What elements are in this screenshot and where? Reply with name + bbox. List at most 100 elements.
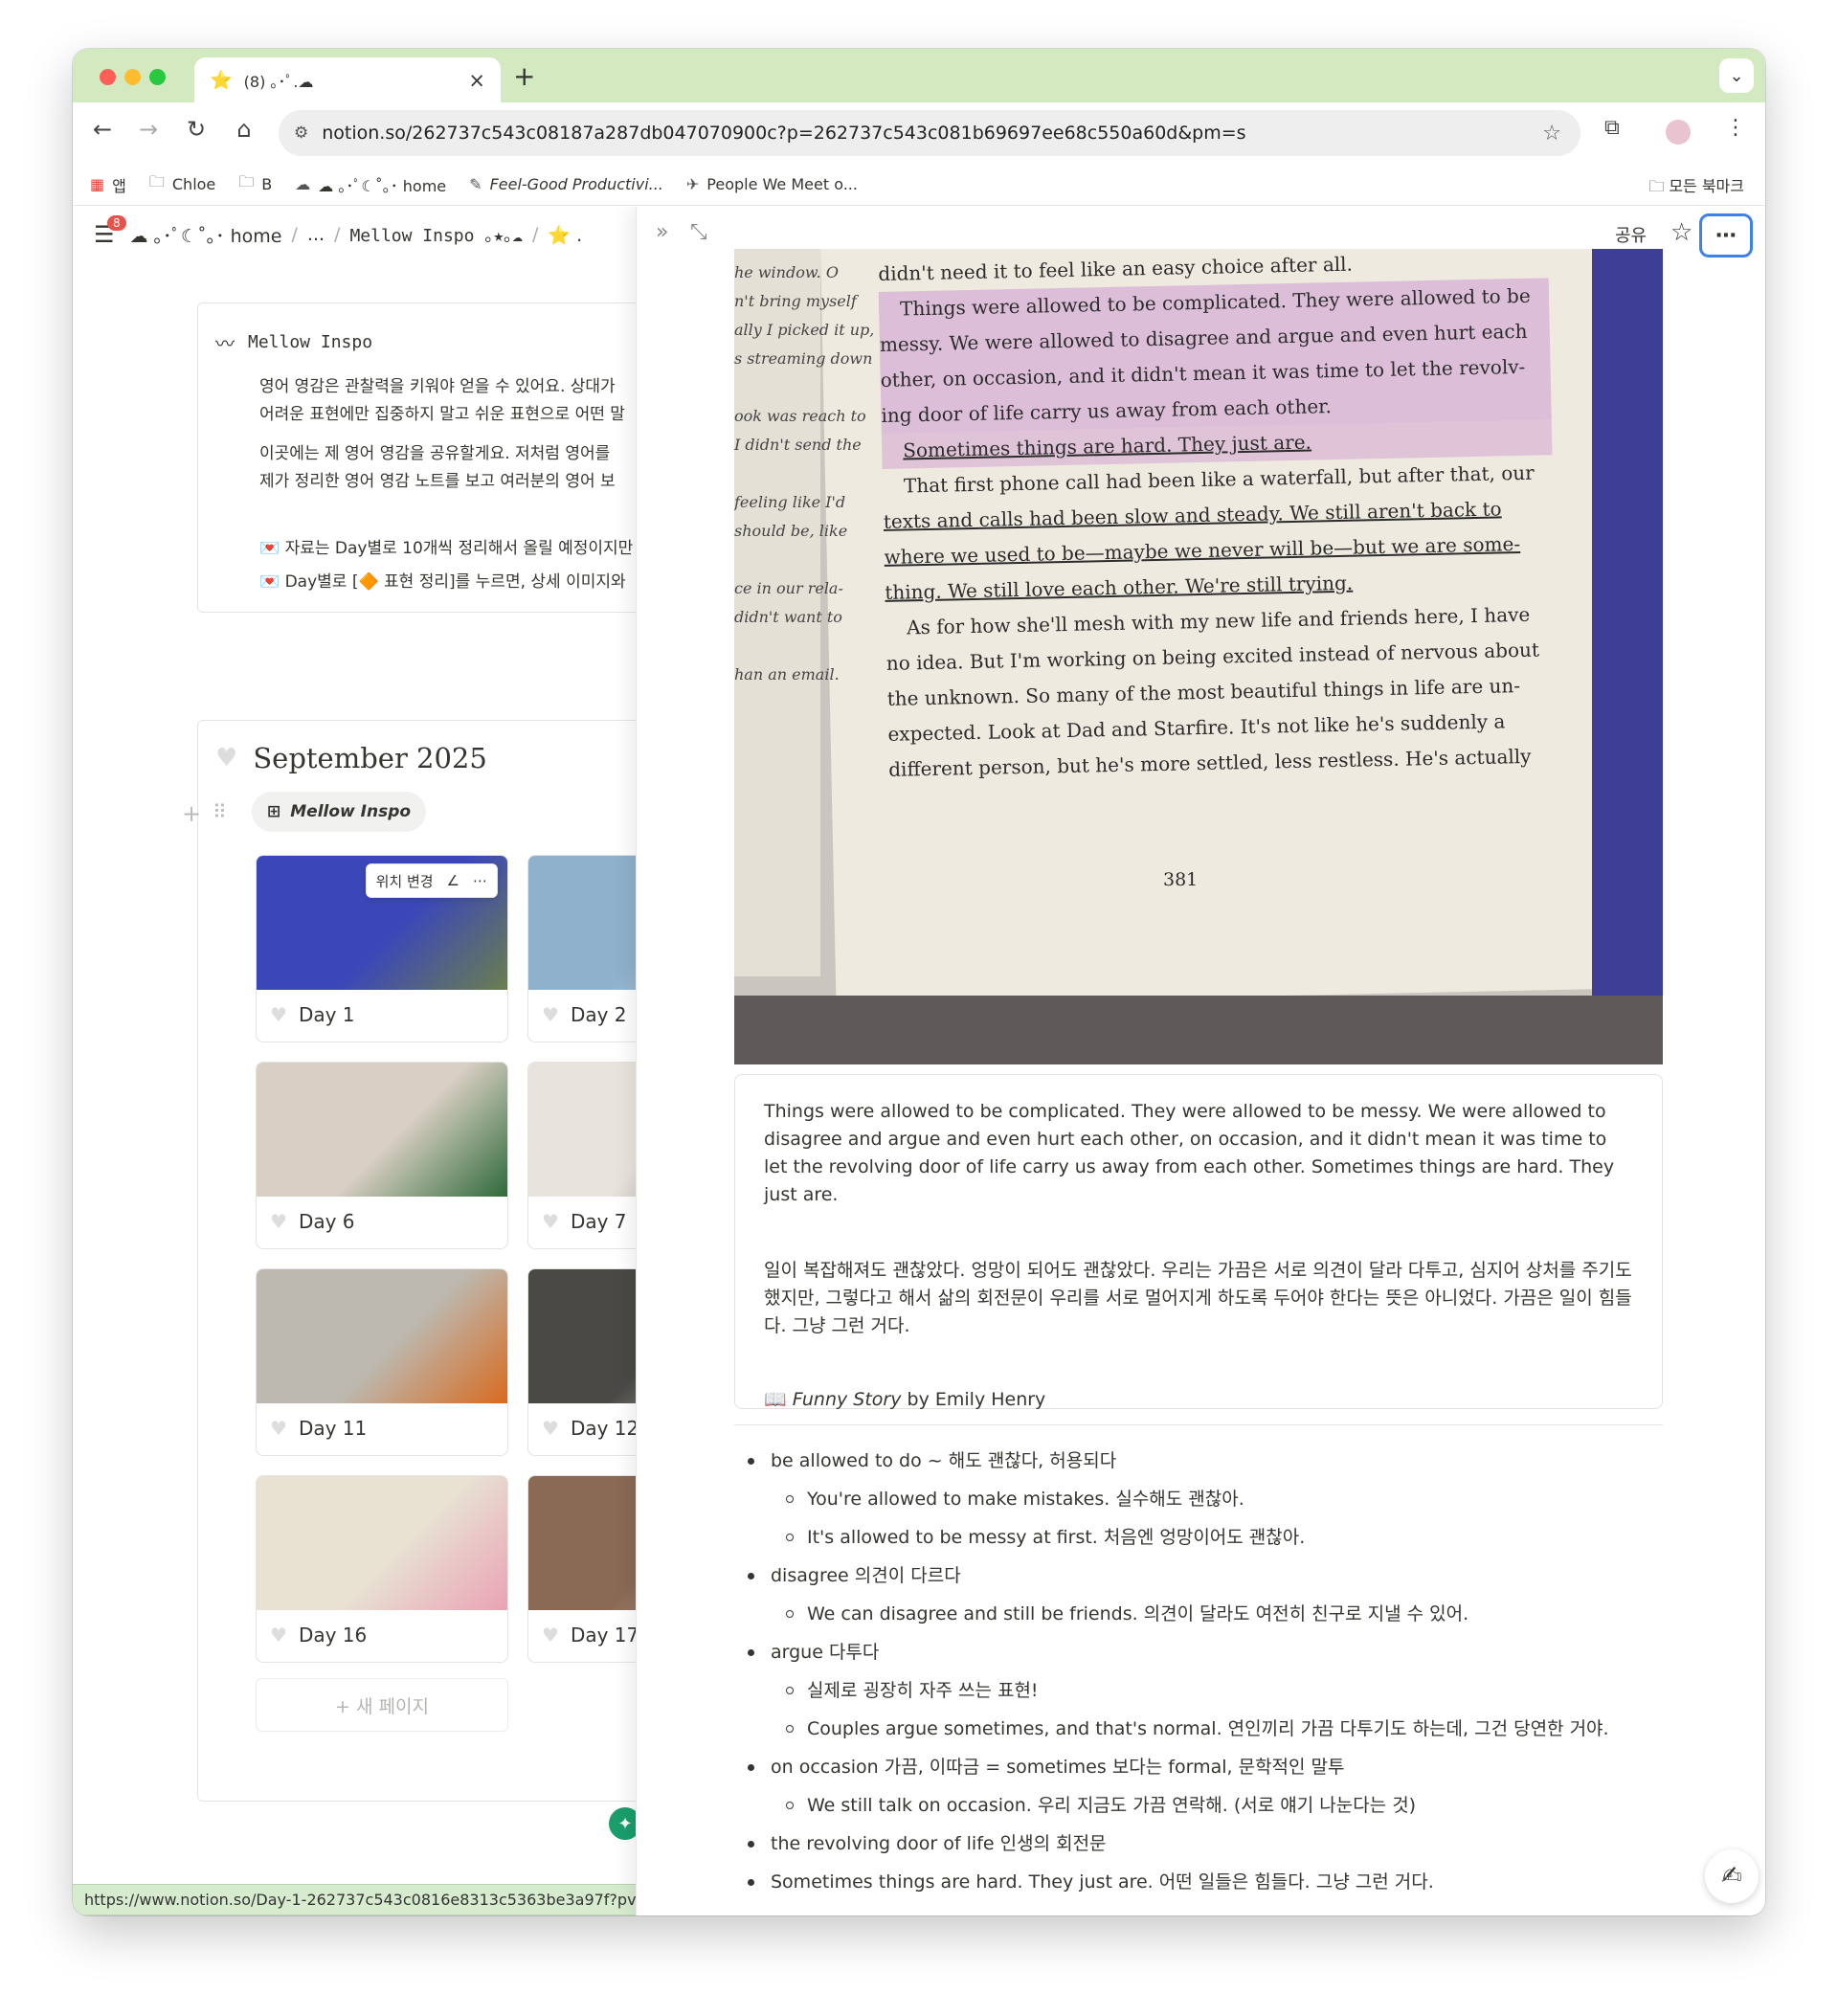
left-page-line: han an email. (734, 665, 840, 683)
callout-text: 영어 영감은 관찰력을 키워야 얻을 수 있어요. 상대가 (259, 377, 616, 396)
gallery-card-day-16[interactable]: ♥ Day 16 (256, 1475, 508, 1663)
page-content: ☰ 8 ☁ ｡･ﾟ☾˚｡･ home / ... / Mellow Inspo ｡… (73, 207, 1765, 1915)
close-tab-icon[interactable]: × (468, 69, 485, 92)
site-info-icon[interactable]: ⚙ (294, 123, 308, 143)
bullet-item: on occasion 가끔, 이따금 = sometimes 보다는 form… (742, 1748, 1661, 1786)
gallery-card-day-11[interactable]: ♥ Day 11 (256, 1268, 508, 1456)
new-tab-button[interactable]: + (513, 60, 535, 92)
card-title: Day 11 (298, 1417, 368, 1440)
more-options-button[interactable]: ⋯ (1699, 213, 1753, 258)
browser-window: ⭐ (8) ｡･ﾟ.☁ × + ⌄ ← → ↻ ⌂ ⚙ notion.so/26… (73, 49, 1765, 1915)
drag-handle-icon[interactable]: ⠿ (213, 800, 227, 823)
gallery-card-day-6[interactable]: ♥ Day 6 (256, 1062, 508, 1249)
share-button[interactable]: 공유 (1615, 222, 1647, 247)
gallery-view-tab[interactable]: ⊞ Mellow Inspo (252, 792, 427, 832)
favorite-star-icon[interactable]: ☆ (1670, 218, 1692, 247)
add-block-icon[interactable]: + (182, 800, 201, 827)
all-bookmarks-folder[interactable]: 🗀 모든 북마크 (1648, 173, 1744, 202)
bookmark-home[interactable]: ☁ ☁ ｡･ﾟ☾˚｡･ home (295, 173, 446, 196)
maximize-window-button[interactable] (149, 69, 166, 85)
card-cover-image (257, 1063, 507, 1197)
notion-ai-button[interactable]: ✍ (1705, 1849, 1759, 1903)
gallery-card-day-2[interactable]: ♥ Day 2 (527, 855, 638, 1042)
close-peek-chevrons-icon[interactable]: » (656, 220, 668, 244)
close-window-button[interactable] (100, 69, 116, 85)
left-page-line: n't bring myself (734, 292, 857, 310)
callout-bullet: 💌 Day별로 [🔶 표현 정리]를 누르면, 상세 이미지와 (259, 572, 626, 592)
card-title: Day 2 (570, 1003, 627, 1026)
gallery-card-day-12[interactable]: ♥ Day 12 (527, 1268, 638, 1456)
breadcrumb-item-mellow-inspo[interactable]: Mellow Inspo ｡★｡☁ (349, 222, 523, 247)
bookmark-feel-good[interactable]: ✎ Feel-Good Productivi... (469, 175, 663, 193)
gallery-card-day-1[interactable]: 위치 변경 ∠ ⋯ ♥ Day 1 (256, 855, 508, 1042)
home-icon[interactable]: ⌂ (228, 116, 260, 143)
left-page-line: didn't want to (734, 608, 842, 626)
left-page-line: ally I picked it up, (734, 321, 875, 339)
extensions-puzzle-icon[interactable]: ⧉ (1604, 116, 1620, 140)
bullet-item: be allowed to do ~ 해도 괜찮다, 허용되다 (742, 1442, 1661, 1480)
back-arrow-icon[interactable]: ← (86, 116, 119, 143)
bookmark-people-we-meet[interactable]: ✈ People We Meet o... (686, 175, 858, 193)
tab-title: (8) ｡･ﾟ.☁ (243, 72, 314, 91)
sub-bullet-item: It's allowed to be messy at first. 처음엔 엉… (742, 1518, 1661, 1557)
bookmark-folder-b[interactable]: 🗀 B (238, 171, 272, 197)
forward-arrow-icon[interactable]: → (132, 116, 165, 143)
bookmark-apps[interactable]: ▦ 앱 (90, 173, 126, 196)
page-icon: ✎ (469, 175, 482, 193)
left-page-line: s streaming down (734, 349, 873, 368)
breadcrumb-item-ellipsis[interactable]: ... (307, 224, 325, 245)
card-hover-toolbar[interactable]: 위치 변경 ∠ ⋯ (365, 863, 498, 898)
change-position-button[interactable]: 위치 변경 (376, 871, 434, 891)
card-title: Day 17 (570, 1624, 638, 1646)
sub-bullet-item: 실제로 굉장히 자주 쓰는 표현! (742, 1671, 1661, 1710)
gallery-card-day-17[interactable]: ♥ Day 17 (527, 1475, 638, 1663)
sub-bullet-item: We still talk on occasion. 우리 지금도 가끔 연락해… (742, 1786, 1661, 1825)
heart-icon: ♥ (270, 1210, 287, 1233)
more-icon[interactable]: ⋯ (473, 872, 487, 889)
active-tab[interactable]: ⭐ (8) ｡･ﾟ.☁ × (194, 57, 501, 102)
reload-icon[interactable]: ↻ (180, 116, 213, 143)
profile-avatar[interactable] (1666, 120, 1691, 145)
book-author: by Emily Henry (901, 1389, 1046, 1410)
quote-callout: Things were allowed to be complicated. T… (734, 1074, 1663, 1410)
minimize-window-button[interactable] (124, 69, 141, 85)
card-cover-image (257, 1269, 507, 1403)
quote-english: Things were allowed to be complicated. T… (764, 1101, 1615, 1205)
card-title: Day 6 (298, 1210, 355, 1233)
intro-callout: 〰 Mellow Inspo 영어 영감은 관찰력을 키워야 얻을 수 있어요.… (197, 302, 638, 613)
left-page-line: ce in our rela- (734, 579, 843, 597)
browser-menu-icon[interactable]: ⋮ (1725, 116, 1746, 140)
side-peek-panel: » ⤡ 공유 ☆ ⋯ he window. O n't bring myself a… (636, 207, 1765, 1915)
folder-icon: 🗀 (1648, 177, 1670, 195)
gallery-card-day-7[interactable]: ♥ Day 7 (527, 1062, 638, 1249)
quote-source: 📖 Funny Story by Emily Henry (764, 1386, 1633, 1414)
callout-text: 제가 정리한 영어 영감 노트를 보고 여러분의 영어 보 (259, 472, 616, 491)
left-page-line: feeling like I'd (734, 493, 846, 511)
sidebar-menu-icon[interactable]: ☰ 8 (94, 215, 126, 248)
left-page-line (734, 546, 820, 574)
bullet-item: the revolving door of life 인생의 회전문 (742, 1825, 1661, 1863)
breadcrumb-item-home[interactable]: ☁ ｡･ﾟ☾˚｡･ home (130, 222, 282, 248)
expand-icon[interactable]: ⤡ (690, 220, 707, 244)
book-icon: 📖 (764, 1389, 787, 1410)
callout-bullet: 💌 자료는 Day별로 10개씩 정리해서 올릴 예정이지만 (259, 539, 634, 558)
vocabulary-notes: be allowed to do ~ 해도 괜찮다, 허용되다 You're al… (742, 1442, 1661, 1901)
gallery-title: ♥ September 2025 (215, 742, 487, 774)
tab-search-chevron-icon[interactable]: ⌄ (1719, 58, 1754, 93)
address-bar[interactable]: ⚙ notion.so/262737c543c08187a287db047070… (279, 110, 1580, 156)
extension-icons: ✦ G (609, 1807, 638, 1840)
callout-text: 이곳에는 제 영어 영감을 공유할게요. 저처럼 영어를 (259, 444, 611, 463)
lightbulb-extension-icon[interactable]: ✦ (609, 1807, 638, 1840)
heart-icon: ♥ (215, 744, 238, 773)
edit-icon[interactable]: ∠ (447, 872, 460, 889)
cloud-icon: ☁ (295, 175, 311, 193)
url-text[interactable]: notion.so/262737c543c08187a287db04707090… (322, 123, 1542, 144)
breadcrumb-item-current[interactable]: ⭐ . (548, 224, 582, 246)
bookmark-star-icon[interactable]: ☆ (1542, 122, 1561, 146)
new-page-button[interactable]: + 새 페이지 (256, 1678, 508, 1732)
notification-badge: 8 (107, 215, 126, 231)
book-page-text: didn't need it to feel like an easy choi… (878, 249, 1558, 788)
bookmark-folder-chloe[interactable]: 🗀 Chloe (149, 171, 215, 197)
heart-icon: ♥ (542, 1210, 559, 1233)
book-page-image: he window. O n't bring myself ally I picke… (734, 249, 1663, 1064)
